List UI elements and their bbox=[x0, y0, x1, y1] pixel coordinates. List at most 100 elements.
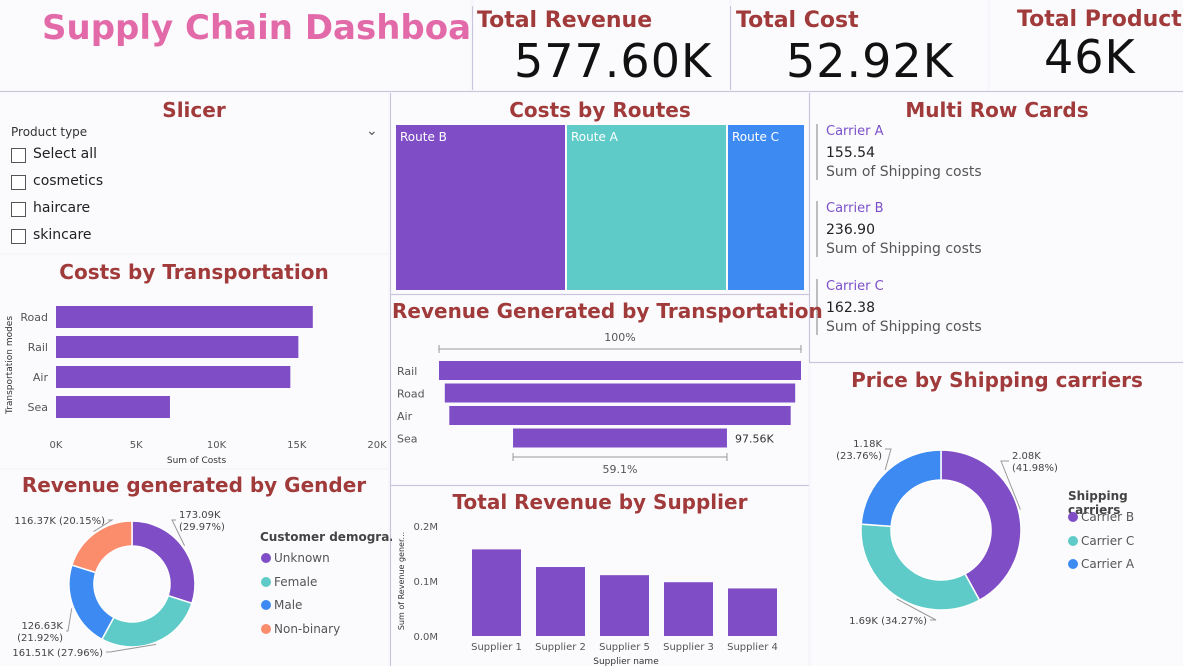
kpi-card-revenue[interactable]: Total Revenue 577.60K bbox=[474, 0, 729, 90]
y-tick-label: 0.2M bbox=[413, 522, 438, 533]
kpi-label: Total Cost bbox=[736, 8, 859, 33]
funnel-divider-bottom bbox=[391, 485, 809, 486]
data-label: 161.51K (27.96%) bbox=[12, 648, 103, 659]
checkbox-skincare[interactable] bbox=[11, 229, 26, 244]
x-tick-label: Supplier 2 bbox=[535, 642, 586, 653]
slicer-title: Slicer bbox=[162, 98, 226, 122]
funnel-category-label: Road bbox=[397, 388, 425, 401]
donut-slice bbox=[131, 520, 196, 605]
card-category: Carrier B bbox=[826, 201, 884, 216]
x-axis-label: Sum of Costs bbox=[167, 456, 227, 466]
card-label: Sum of Shipping costs bbox=[826, 319, 982, 335]
funnel-title: Revenue Generated by Transportation bbox=[392, 299, 823, 323]
y-axis-label: Sum of Revenue gener... bbox=[397, 532, 406, 630]
legend-item[interactable]: Carrier C bbox=[1068, 534, 1134, 548]
x-tick-label: 5K bbox=[130, 440, 143, 451]
card-value: 162.38 bbox=[826, 300, 875, 316]
leader-line bbox=[884, 448, 892, 471]
legend-label: Carrier C bbox=[1081, 533, 1135, 548]
donut-slice bbox=[68, 564, 115, 641]
supplier-bar bbox=[728, 588, 777, 636]
transport-bar bbox=[56, 336, 299, 358]
route-label: Route B bbox=[400, 130, 447, 144]
header-divider-1 bbox=[472, 6, 473, 90]
legend-item[interactable]: Non-binary bbox=[261, 622, 340, 636]
funnel-bar bbox=[444, 383, 796, 403]
x-tick-label: 10K bbox=[207, 440, 227, 451]
card-carrier-c[interactable]: Carrier C 162.38 Sum of Shipping costs bbox=[816, 279, 982, 335]
supplier-bar bbox=[600, 575, 649, 636]
dashboard-title: Supply Chain Dashboard bbox=[42, 8, 513, 48]
card-category: Carrier C bbox=[826, 279, 884, 294]
data-label-percent: (41.98%) bbox=[1012, 463, 1058, 474]
legend-dot-icon bbox=[1068, 535, 1078, 546]
y-tick-label: 0.0M bbox=[413, 632, 438, 643]
route-b-tile[interactable]: Route B bbox=[396, 125, 565, 290]
card-category: Carrier A bbox=[826, 124, 884, 139]
costs-by-transport-chart[interactable]: Road Rail Air Sea 0K 5K 10K 15K 20K Sum of Costs T… bbox=[0, 290, 388, 468]
route-c-tile[interactable]: Route C bbox=[728, 125, 804, 290]
legend-dot-icon bbox=[261, 623, 271, 634]
gender-title: Revenue generated by Gender bbox=[21, 473, 367, 497]
cards-title: Multi Row Cards bbox=[905, 98, 1089, 122]
legend-dot-icon bbox=[1068, 559, 1078, 569]
legend-label: Carrier A bbox=[1081, 557, 1135, 571]
supplier-bar-chart[interactable]: 0.0M 0.1M 0.2M Supplier 1 Supplier 2 Supplier… bbox=[392, 515, 808, 666]
legend-item[interactable]: Carrier A bbox=[1068, 557, 1134, 571]
funnel-bar bbox=[449, 406, 791, 425]
funnel-category-label: Sea bbox=[397, 433, 418, 446]
donut-slice bbox=[100, 594, 193, 648]
supplier-title: Total Revenue by Supplier bbox=[452, 490, 748, 514]
supplier-bar bbox=[664, 582, 713, 636]
funnel-category-label: Air bbox=[397, 410, 413, 423]
data-label-percent: (21.92%) bbox=[17, 633, 63, 644]
gender-legend-title: Customer demogra... bbox=[260, 530, 403, 544]
checkbox-cosmetics[interactable] bbox=[11, 175, 26, 190]
x-tick-label: 20K bbox=[367, 440, 387, 451]
card-label: Sum of Shipping costs bbox=[826, 164, 982, 180]
checkbox-select-all[interactable] bbox=[11, 148, 26, 163]
legend-item[interactable]: Unknown bbox=[261, 551, 330, 565]
legend-label: Carrier B bbox=[1081, 510, 1135, 524]
option-label: Select all bbox=[33, 146, 97, 162]
transport-bar bbox=[56, 366, 291, 388]
kpi-label: Total Product bbox=[1017, 7, 1182, 32]
x-axis-label: Supplier name bbox=[593, 657, 659, 666]
routes-title: Costs by Routes bbox=[509, 98, 691, 122]
y-tick-label: Sea bbox=[28, 401, 49, 414]
revenue-funnel-chart[interactable]: 100% Rail Road Air Sea 97.56K 59.1% bbox=[392, 326, 808, 484]
kpi-value: 46K bbox=[1044, 30, 1136, 84]
checkbox-haircare[interactable] bbox=[11, 202, 26, 217]
legend-label: Unknown bbox=[274, 551, 330, 565]
column-divider-left bbox=[390, 93, 391, 666]
kpi-card-cost[interactable]: Total Cost 52.92K bbox=[732, 0, 987, 90]
card-value: 236.90 bbox=[826, 222, 875, 238]
card-carrier-b[interactable]: Carrier B 236.90 Sum of Shipping costs bbox=[816, 201, 982, 257]
carrier-donut-chart[interactable]: 2.08K(41.98%) 1.69K (34.27%) 1.18K(23.76%) bbox=[811, 395, 1183, 665]
header-divider-bottom bbox=[0, 91, 1183, 92]
supplier-bar bbox=[536, 567, 585, 636]
y-tick-label: Air bbox=[33, 371, 49, 384]
kpi-value: 577.60K bbox=[514, 34, 713, 88]
y-tick-label: Rail bbox=[28, 341, 48, 354]
legend-dot-icon bbox=[261, 576, 271, 587]
slicer-field-label: Product type bbox=[11, 125, 88, 139]
legend-label: Non-binary bbox=[274, 621, 341, 636]
x-tick-label: Supplier 4 bbox=[727, 642, 778, 653]
card-value: 155.54 bbox=[826, 145, 875, 161]
legend-item[interactable]: Carrier B bbox=[1068, 510, 1134, 524]
route-a-tile[interactable]: Route A bbox=[567, 125, 726, 290]
data-label-percent: (23.76%) bbox=[836, 451, 882, 462]
legend-item[interactable]: Male bbox=[261, 598, 302, 612]
kpi-card-product[interactable]: Total Product 46K bbox=[990, 0, 1183, 90]
transport-bar bbox=[56, 306, 313, 328]
chevron-down-icon[interactable]: ⌄ bbox=[366, 123, 378, 139]
card-carrier-a[interactable]: Carrier A 155.54 Sum of Shipping costs bbox=[816, 124, 982, 180]
donut-slice bbox=[940, 449, 1022, 602]
legend-item[interactable]: Female bbox=[261, 575, 317, 589]
option-label: cosmetics bbox=[33, 173, 104, 189]
gender-donut-chart[interactable]: 173.09K(29.97%) 161.51K (27.96%) 126.63K(2… bbox=[0, 500, 260, 666]
donut-slice bbox=[70, 520, 133, 574]
legend-label: Female bbox=[274, 574, 318, 589]
costs-by-routes-panel: Costs by Routes Route B Route A Route C bbox=[392, 93, 808, 293]
